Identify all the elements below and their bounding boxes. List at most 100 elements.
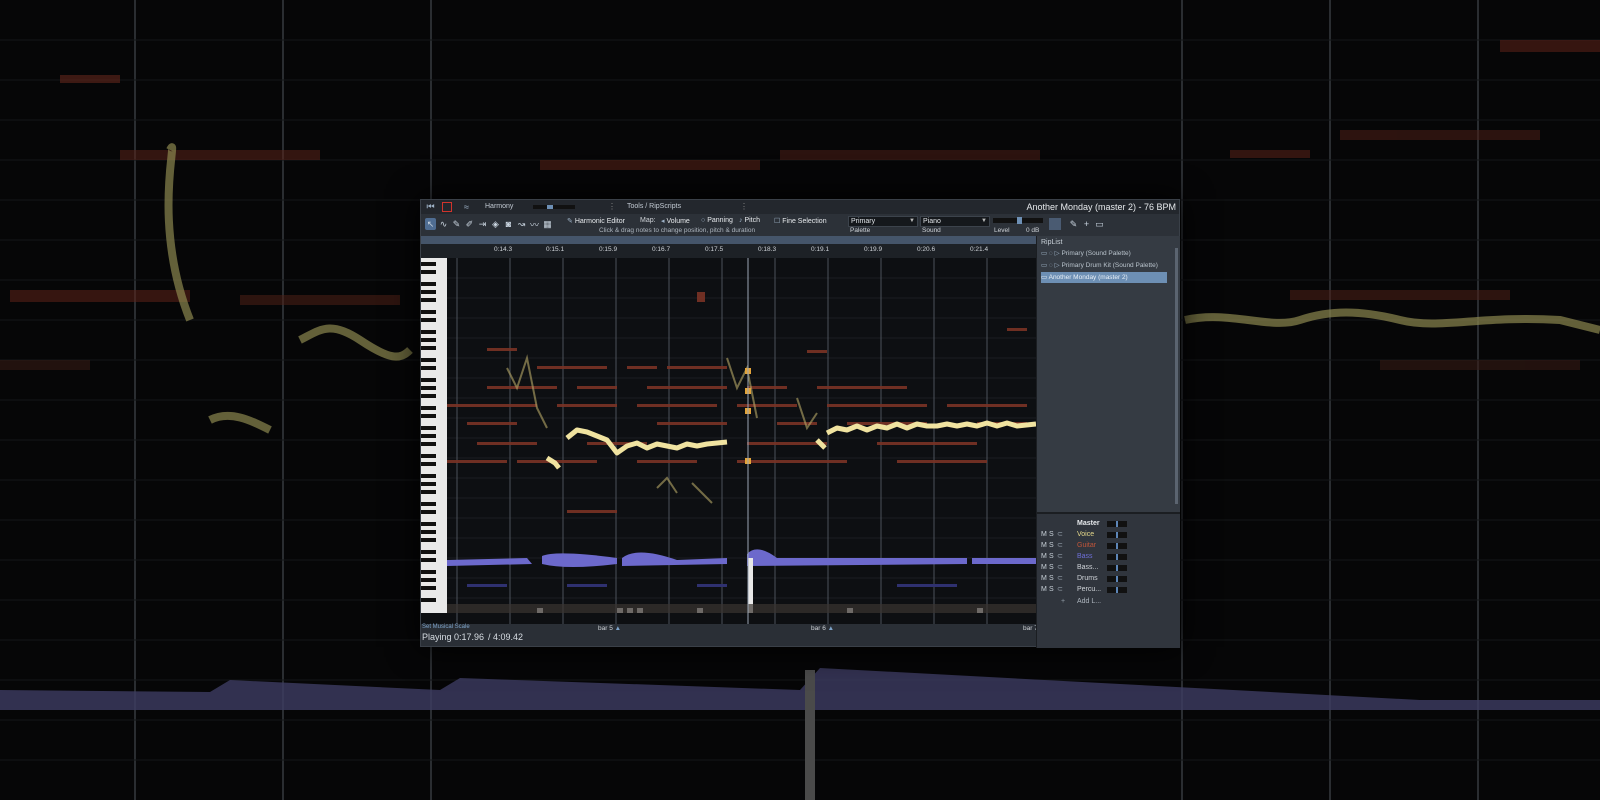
track-meter[interactable] bbox=[1107, 565, 1127, 571]
track-meter[interactable] bbox=[1107, 554, 1127, 560]
link-icon[interactable]: ⊂ bbox=[1057, 529, 1063, 540]
time-tick: 0:18.3 bbox=[758, 246, 777, 253]
camera-icon[interactable]: ◙ bbox=[503, 218, 514, 230]
sound-label: Sound bbox=[922, 227, 941, 234]
link-icon[interactable]: ⊂ bbox=[1057, 551, 1063, 562]
solo-button[interactable]: S bbox=[1049, 573, 1054, 584]
add-layer-label: Add L... bbox=[1077, 598, 1102, 605]
mixer-track-row: M S ⊂ Drums bbox=[1041, 573, 1175, 584]
map-panning-radio[interactable]: ○ Panning bbox=[701, 217, 733, 224]
solo-button[interactable]: S bbox=[1049, 551, 1054, 562]
folder-icon: ▭ ◌ ▷ bbox=[1041, 262, 1060, 269]
harmony-wave-icon[interactable]: ≈ bbox=[461, 201, 472, 212]
time-ruler[interactable]: 0:14.3 0:15.1 0:15.9 0:16.7 0:17.5 0:18.… bbox=[421, 236, 1036, 258]
link-icon[interactable]: ⊂ bbox=[1057, 540, 1063, 551]
mute-button[interactable]: M bbox=[1041, 584, 1047, 595]
track-meter[interactable] bbox=[1107, 576, 1127, 582]
panning-label: Panning bbox=[707, 217, 733, 224]
faded-voice-curves bbox=[506, 354, 818, 504]
note-editor-canvas[interactable] bbox=[421, 258, 1036, 624]
pencil-edit-icon[interactable]: ✎ bbox=[1068, 218, 1079, 230]
track-meter[interactable] bbox=[1107, 532, 1127, 538]
pitch-icon: ♪ bbox=[739, 217, 743, 224]
map-volume-radio[interactable]: ◂ Volume bbox=[661, 217, 690, 225]
riplist-scrollbar[interactable] bbox=[1175, 248, 1178, 504]
panning-icon: ○ bbox=[701, 217, 706, 224]
time-tick: 0:19.1 bbox=[811, 246, 830, 253]
riplist-item-label: Another Monday (master 2) bbox=[1048, 274, 1128, 281]
solo-button[interactable]: S bbox=[1049, 529, 1054, 540]
track-meter[interactable] bbox=[1107, 543, 1127, 549]
mute-button[interactable]: M bbox=[1041, 529, 1047, 540]
level-slider-thumb[interactable] bbox=[1017, 217, 1022, 224]
solo-button[interactable]: S bbox=[1049, 540, 1054, 551]
record-stop-icon[interactable] bbox=[441, 201, 452, 212]
map-pitch-radio[interactable]: ♪ Pitch bbox=[739, 217, 760, 224]
riplist-item-label: Primary Drum Kit (Sound Palette) bbox=[1061, 262, 1158, 269]
bar-marker[interactable]: bar 5 ▲ bbox=[598, 625, 621, 632]
solo-button[interactable]: S bbox=[1049, 584, 1054, 595]
palette-select[interactable]: Primary ▼ bbox=[848, 216, 918, 227]
add-icon[interactable]: + bbox=[1081, 218, 1092, 230]
add-layer-row[interactable]: + Add L... bbox=[1041, 596, 1175, 607]
vibrato-tool-icon[interactable]: 〰 bbox=[529, 218, 540, 230]
paint-bucket-icon[interactable]: ◈ bbox=[490, 218, 501, 230]
pointer-tool-icon[interactable]: ↖ bbox=[425, 218, 436, 230]
quantize-tool-icon[interactable]: ▦ bbox=[542, 218, 553, 230]
time-tick: 0:16.7 bbox=[652, 246, 671, 253]
time-tick: 0:21.4 bbox=[970, 246, 989, 253]
harmony-label[interactable]: Harmony bbox=[485, 203, 513, 210]
track-name-bass[interactable]: Bass bbox=[1077, 551, 1093, 562]
time-tick: 0:15.1 bbox=[546, 246, 565, 253]
mute-button[interactable]: M bbox=[1041, 540, 1047, 551]
open-folder-icon[interactable]: ▭ bbox=[1094, 218, 1105, 230]
riplist-item[interactable]: ▭ ◌ ▷ Primary Drum Kit (Sound Palette) bbox=[1041, 260, 1167, 271]
rewind-icon[interactable]: ⏮ bbox=[425, 201, 436, 212]
app-window: ⏮ ≈ Harmony ⋮ Tools / RipScripts ⋮ Anoth… bbox=[420, 199, 1180, 648]
riplist-panel: RipList ▭ ◌ ▷ Primary (Sound Palette) ▭ … bbox=[1036, 236, 1180, 512]
pencil-tool-icon[interactable]: ✎ bbox=[451, 218, 462, 230]
drag-handle-icon-2: ⋮ bbox=[740, 202, 748, 211]
link-icon[interactable]: ⊂ bbox=[1057, 584, 1063, 595]
bend-tool-icon[interactable]: ↝ bbox=[516, 218, 527, 230]
harmonic-editor-button[interactable]: ✎ Harmonic Editor bbox=[567, 217, 625, 225]
harmony-slider-thumb[interactable] bbox=[547, 205, 553, 209]
waveform-tool-icon[interactable]: ∿ bbox=[438, 218, 449, 230]
sound-select[interactable]: Piano ▼ bbox=[920, 216, 990, 227]
harmony-slider[interactable] bbox=[533, 205, 575, 209]
tools-menu[interactable]: Tools / RipScripts bbox=[627, 203, 681, 210]
riplist-item[interactable]: ▭ ◌ ▷ Primary (Sound Palette) bbox=[1041, 248, 1167, 259]
level-slider[interactable] bbox=[993, 217, 1043, 224]
riplist-item-selected[interactable]: ▭ Another Monday (master 2) bbox=[1041, 272, 1167, 283]
set-musical-scale-link[interactable]: Set Musical Scale bbox=[422, 624, 470, 630]
link-icon[interactable]: ⊂ bbox=[1057, 562, 1063, 573]
track-name-bass-2[interactable]: Bass... bbox=[1077, 562, 1098, 573]
track-name-guitar[interactable]: Guitar bbox=[1077, 540, 1096, 551]
split-tool-icon[interactable]: ⇥ bbox=[477, 218, 488, 230]
drag-handle-icon: ⋮ bbox=[608, 202, 616, 211]
track-name-voice[interactable]: Voice bbox=[1077, 529, 1094, 540]
volume-icon: ◂ bbox=[661, 218, 665, 225]
checkbox-icon: ☐ bbox=[774, 218, 781, 225]
track-name-drums[interactable]: Drums bbox=[1077, 573, 1098, 584]
palette-value: Primary bbox=[851, 218, 876, 225]
note-area[interactable] bbox=[447, 258, 1036, 624]
solo-button[interactable]: S bbox=[1049, 562, 1054, 573]
pen-tool-icon[interactable]: ✐ bbox=[464, 218, 475, 230]
track-name-percussion[interactable]: Percu... bbox=[1077, 584, 1101, 595]
ruler-scroll-strip[interactable] bbox=[421, 236, 1036, 244]
track-meter[interactable] bbox=[1107, 587, 1127, 593]
mute-button[interactable]: M bbox=[1041, 562, 1047, 573]
background-bass-lane bbox=[0, 668, 1600, 800]
piano-keyboard[interactable] bbox=[421, 258, 447, 613]
bass-faint-notes bbox=[467, 584, 957, 587]
mute-button[interactable]: M bbox=[1041, 551, 1047, 562]
fine-selection-toggle[interactable]: ☐ Fine Selection bbox=[774, 217, 827, 225]
master-meter[interactable] bbox=[1107, 521, 1127, 527]
fine-selection-label: Fine Selection bbox=[782, 218, 827, 225]
mute-button[interactable]: M bbox=[1041, 573, 1047, 584]
link-icon[interactable]: ⊂ bbox=[1057, 573, 1063, 584]
guitar-notes[interactable] bbox=[447, 292, 1027, 513]
master-label: Master bbox=[1077, 520, 1100, 527]
bar-marker[interactable]: bar 6 ▲ bbox=[811, 625, 834, 632]
